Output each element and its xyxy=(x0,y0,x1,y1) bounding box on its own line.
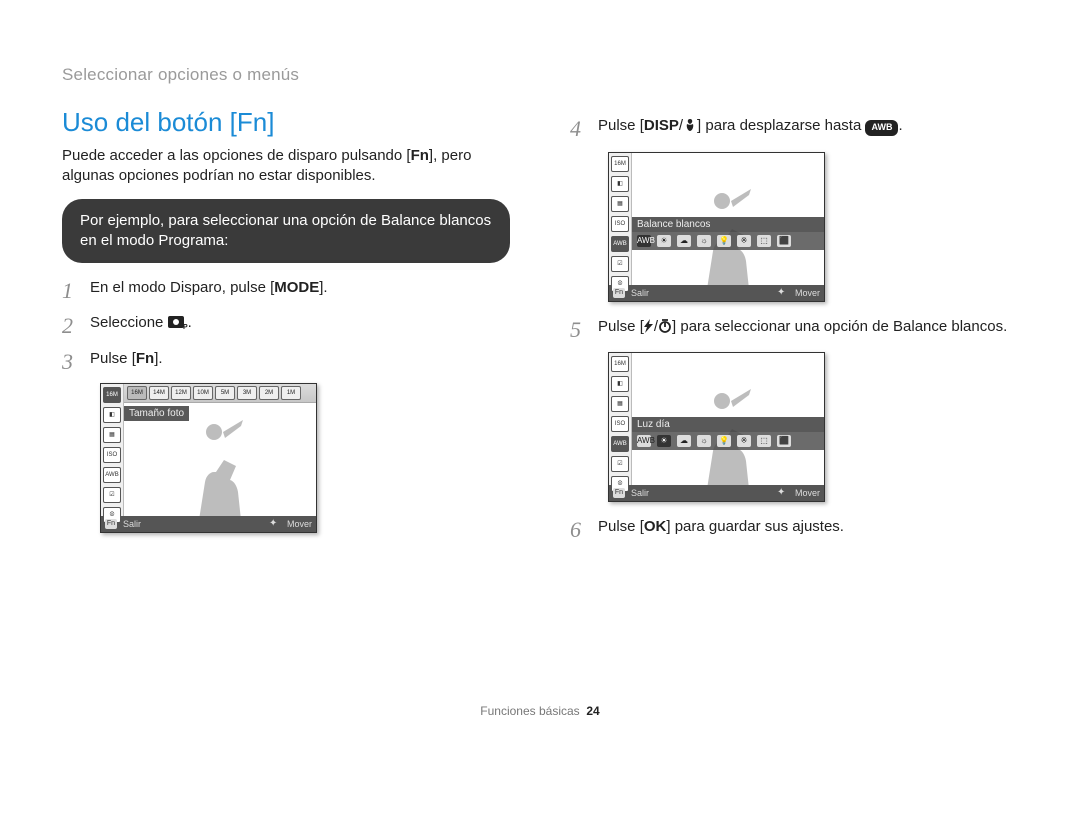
ok-key-icon: OK xyxy=(644,518,667,535)
wb-option: AWB xyxy=(637,435,651,447)
right-column: 4 Pulse [DISP/] para desplazarse hasta A… xyxy=(570,107,1018,551)
wb-option: ☁ xyxy=(677,235,691,247)
example-callout: Por ejemplo, para seleccionar una opción… xyxy=(62,199,510,264)
dpad-icon xyxy=(777,287,789,299)
mode-key-icon: MODE xyxy=(274,279,319,296)
steps-list-right: 4 Pulse [DISP/] para desplazarse hasta A… xyxy=(570,115,1018,140)
camera-screen-photo-size: 16M ◧ ▦ ISO AWB ☑ ⮾ 16M 14M xyxy=(100,383,317,533)
flash-icon xyxy=(644,318,654,341)
wb-option: ☀ xyxy=(657,435,671,447)
step-6: 6 Pulse [OK] para guardar sus ajustes. xyxy=(570,516,1018,539)
wb-options-row: AWB ☀ ☁ ☼ 💡 ※ ⬚ ⬛ xyxy=(632,432,824,450)
sidebar-icon: ▦ xyxy=(611,196,629,212)
screen-label: Luz día xyxy=(632,417,824,432)
sidebar-icon: ISO xyxy=(611,416,629,432)
sidebar-icon: ☑ xyxy=(611,456,629,472)
footer-move-label: Mover xyxy=(287,519,312,529)
size-chip: 3M xyxy=(237,386,257,400)
size-chip: 14M xyxy=(149,386,169,400)
footer-exit-label: Salir xyxy=(631,488,649,498)
screen-sidebar: 16M ◧ ▦ ISO AWB ☑ ⮾ xyxy=(101,384,124,516)
step-3: 3 Pulse [Fn]. xyxy=(62,348,510,371)
dpad-icon xyxy=(269,518,281,530)
size-chip: 5M xyxy=(215,386,235,400)
camera-screen-daylight: 16M ◧ ▦ ISO AWB ☑ ⮾ xyxy=(608,352,825,502)
wb-option: ※ xyxy=(737,435,751,447)
sidebar-icon: ☑ xyxy=(611,256,629,272)
step-2: 2 Seleccione P . xyxy=(62,312,510,337)
silhouette-icon xyxy=(179,412,249,516)
sidebar-icon: 16M xyxy=(611,156,629,172)
wb-option: ☀ xyxy=(657,235,671,247)
sidebar-icon: AWB xyxy=(611,236,629,252)
sidebar-icon: AWB xyxy=(103,467,121,483)
sidebar-icon: ISO xyxy=(611,216,629,232)
sidebar-icon: ISO xyxy=(103,447,121,463)
footer-move-label: Mover xyxy=(795,288,820,298)
wb-option: AWB xyxy=(637,235,651,247)
fn-icon: Fn xyxy=(613,288,625,298)
size-chip: 12M xyxy=(171,386,191,400)
dpad-icon xyxy=(777,487,789,499)
section-title: Uso del botón [Fn] xyxy=(62,107,510,138)
photo-size-row: 16M 14M 12M 10M 5M 3M 2M 1M xyxy=(124,384,316,403)
footer-exit-label: Salir xyxy=(123,519,141,529)
wb-option: ⬚ xyxy=(757,235,771,247)
sidebar-icon: 16M xyxy=(611,356,629,372)
screen-sidebar: 16M ◧ ▦ ISO AWB ☑ ⮾ xyxy=(609,153,632,285)
step-4: 4 Pulse [DISP/] para desplazarse hasta A… xyxy=(570,115,1018,140)
timer-icon xyxy=(658,318,672,341)
sidebar-icon: ▦ xyxy=(611,396,629,412)
disp-key-icon: DISP xyxy=(644,117,679,134)
size-chip: 10M xyxy=(193,386,213,400)
size-chip: 1M xyxy=(281,386,301,400)
wb-option: ☁ xyxy=(677,435,691,447)
sidebar-icon: 16M xyxy=(103,387,121,403)
wb-options-row: AWB ☀ ☁ ☼ 💡 ※ ⬚ ⬛ xyxy=(632,232,824,250)
sidebar-icon: ☑ xyxy=(103,487,121,503)
size-chip: 2M xyxy=(259,386,279,400)
wb-option: ※ xyxy=(737,235,751,247)
intro-text: Puede acceder a las opciones de disparo … xyxy=(62,146,510,187)
screen-sidebar: 16M ◧ ▦ ISO AWB ☑ ⮾ xyxy=(609,353,632,485)
fn-key-icon: Fn xyxy=(411,147,429,164)
breadcrumb: Seleccionar opciones o menús xyxy=(62,65,1018,85)
step-5: 5 Pulse [/] para seleccionar una opción … xyxy=(570,316,1018,341)
steps-list-right-2: 5 Pulse [/] para seleccionar una opción … xyxy=(570,316,1018,341)
size-chip: 16M xyxy=(127,386,147,400)
page-footer: Funciones básicas 24 xyxy=(0,704,1080,718)
wb-option: ⬛ xyxy=(777,235,791,247)
screen-label: Balance blancos xyxy=(632,217,824,232)
footer-exit-label: Salir xyxy=(631,288,649,298)
macro-icon xyxy=(683,117,697,140)
camera-screen-white-balance: 16M ◧ ▦ ISO AWB ☑ ⮾ xyxy=(608,152,825,302)
wb-option: ☼ xyxy=(697,235,711,247)
wb-option: ⬛ xyxy=(777,435,791,447)
wb-option: ☼ xyxy=(697,435,711,447)
steps-list-right-3: 6 Pulse [OK] para guardar sus ajustes. xyxy=(570,516,1018,539)
sidebar-icon: ▦ xyxy=(103,427,121,443)
screen-footer: Fn Salir Mover xyxy=(101,516,316,532)
screen-footer: Fn Salir Mover xyxy=(609,285,824,301)
fn-icon: Fn xyxy=(105,519,117,529)
sidebar-icon: ◧ xyxy=(611,176,629,192)
sidebar-icon: AWB xyxy=(611,436,629,452)
wb-option: 💡 xyxy=(717,235,731,247)
fn-key-icon: Fn xyxy=(136,350,154,367)
screen-footer: Fn Salir Mover xyxy=(609,485,824,501)
footer-move-label: Mover xyxy=(795,488,820,498)
program-mode-icon: P xyxy=(168,314,188,337)
wb-option: ⬚ xyxy=(757,435,771,447)
steps-list-left: 1 En el modo Disparo, pulse [MODE]. 2 Se… xyxy=(62,277,510,371)
fn-icon: Fn xyxy=(613,488,625,498)
awb-icon: AWB xyxy=(865,120,898,136)
wb-option: 💡 xyxy=(717,435,731,447)
left-column: Uso del botón [Fn] Puede acceder a las o… xyxy=(62,107,510,551)
sidebar-icon: ◧ xyxy=(103,407,121,423)
sidebar-icon: ◧ xyxy=(611,376,629,392)
step-1: 1 En el modo Disparo, pulse [MODE]. xyxy=(62,277,510,300)
